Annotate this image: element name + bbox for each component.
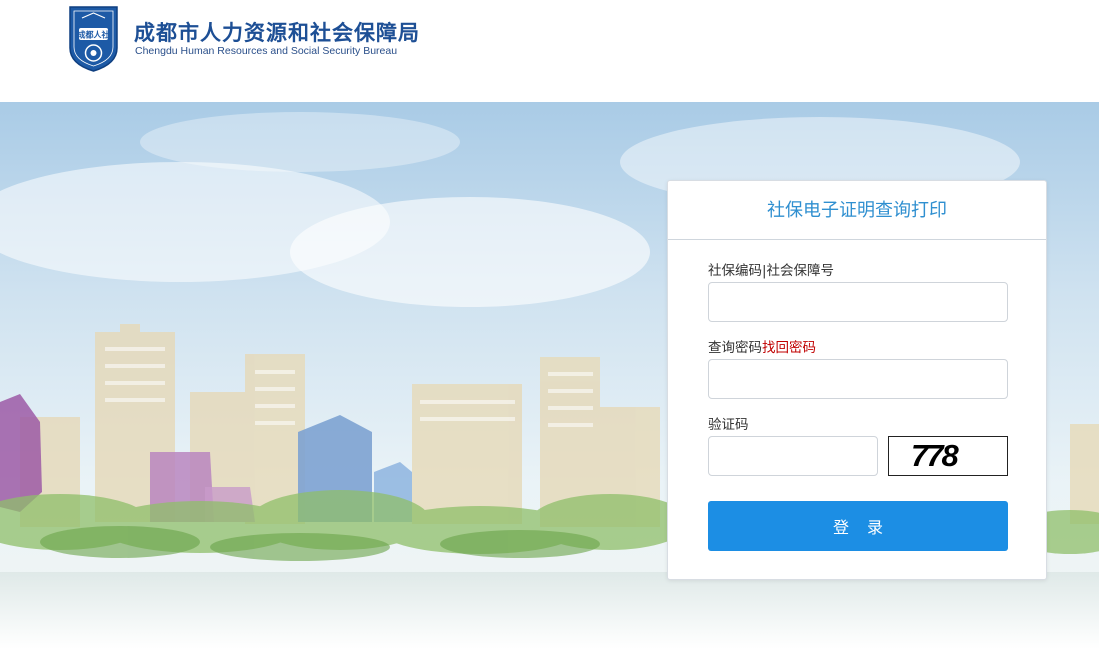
captcha-image[interactable]: 778 [888,436,1008,476]
forgot-password-link[interactable]: 找回密码 [762,340,816,356]
captcha-input[interactable] [708,436,878,476]
login-panel: 社保电子证明查询打印 社保编码|社会保障号 查询密码找回密码 验证码 778 登… [667,180,1047,580]
site-title: 成都市人力资源和社会保障局 [134,21,420,45]
site-header: 成都人社 成都市人力资源和社会保障局 Chengdu Human Resourc… [0,0,1099,102]
captcha-image-text: 778 [911,438,959,473]
social-security-code-label: 社保编码|社会保障号 [708,263,835,279]
logo-emblem-icon: 成都人社 [69,6,118,72]
password-label: 查询密码 [708,340,762,356]
password-input[interactable] [708,359,1008,399]
login-button[interactable]: 登录 [708,501,1008,551]
password-label-row: 查询密码找回密码 [708,336,816,356]
emblem-text: 成都人社 [78,30,110,40]
captcha-label: 验证码 [708,417,749,433]
site-subtitle: Chengdu Human Resources and Social Secur… [135,45,398,57]
login-title: 社保电子证明查询打印 [668,181,1046,240]
social-security-code-input[interactable] [708,282,1008,322]
